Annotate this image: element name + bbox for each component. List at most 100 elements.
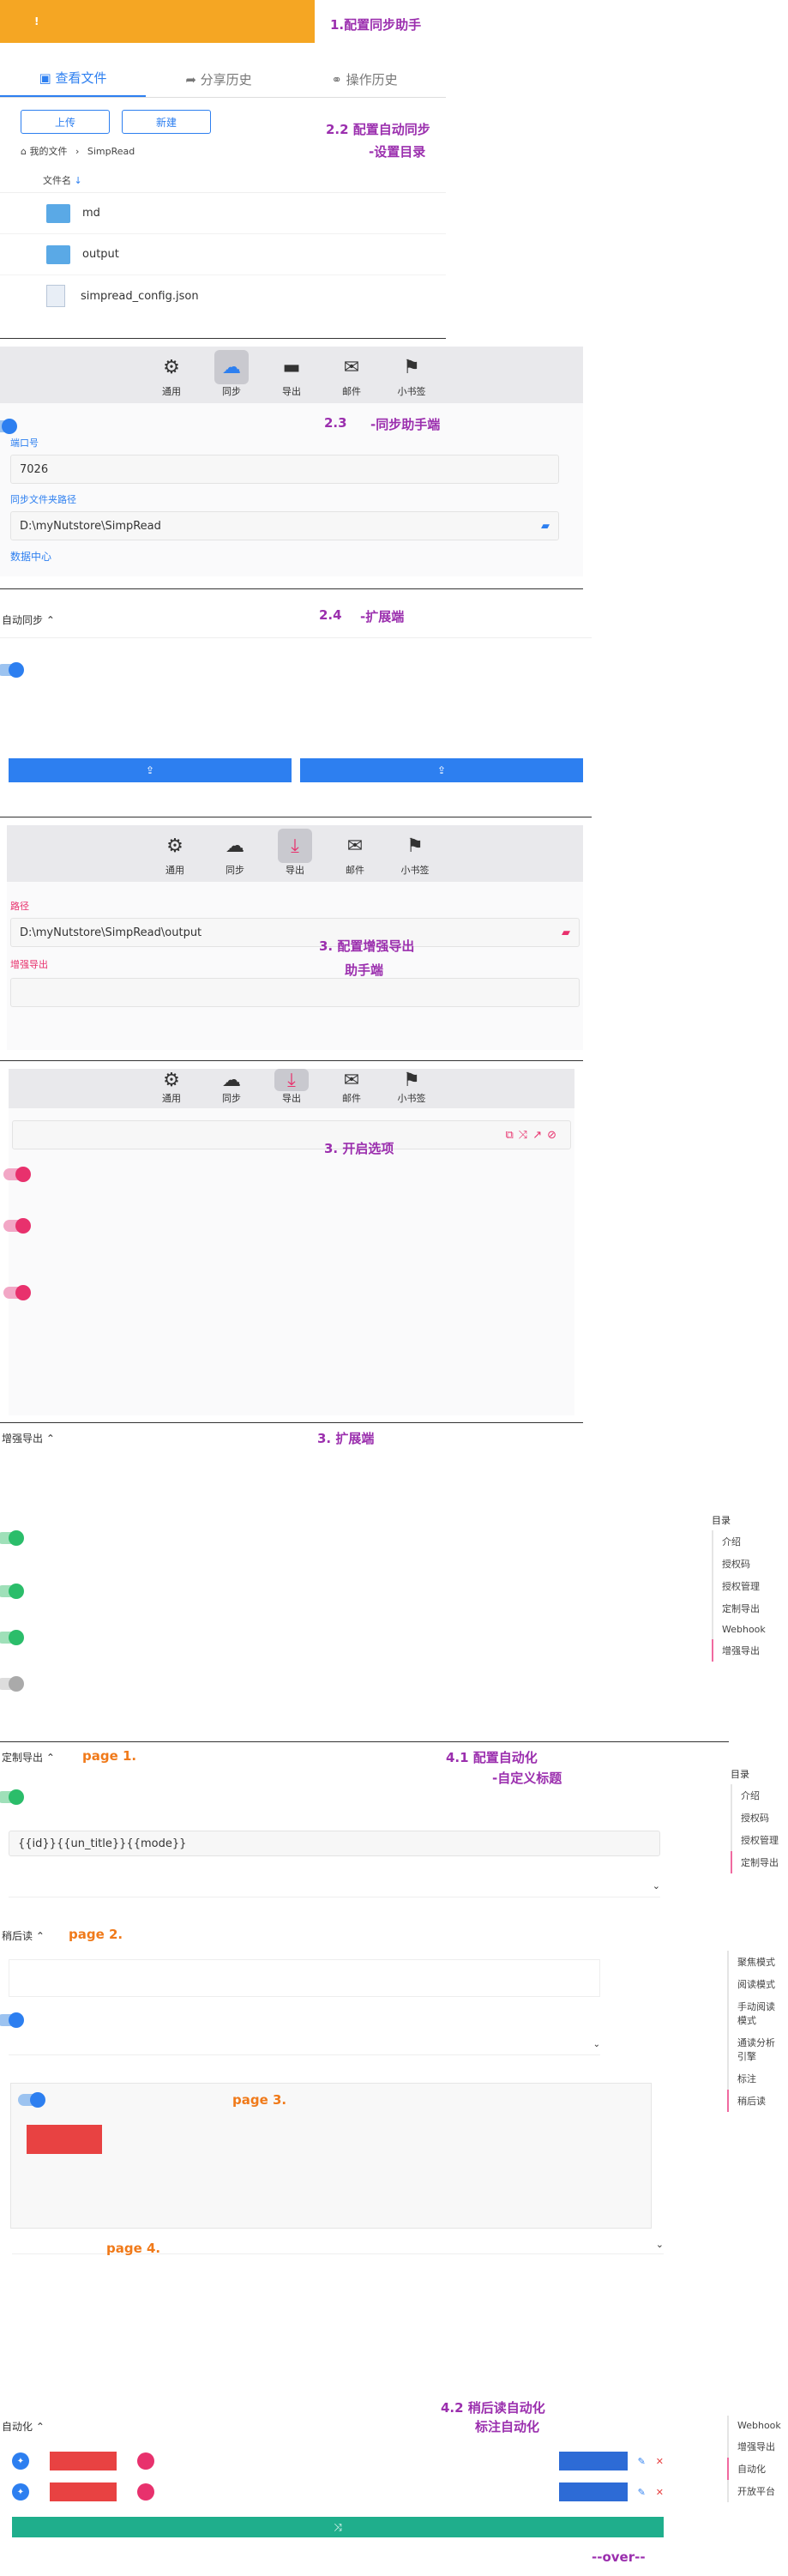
ext-export-toggle[interactable] (0, 1630, 24, 1645)
toc-item[interactable]: 定制导出 (731, 1851, 788, 1873)
toc-item[interactable]: 介绍 (731, 1784, 788, 1807)
toc-item[interactable]: 聚焦模式 (727, 1951, 788, 1973)
column-header-name[interactable]: 文件名 ↓ (0, 168, 446, 193)
save-button[interactable] (27, 2125, 102, 2154)
note-23: 2.3 (324, 415, 347, 431)
tab-sync[interactable]: ☁ 同步 (214, 1069, 249, 1105)
toc-item[interactable]: 授权管理 (731, 1829, 788, 1851)
tab-export[interactable]: ⤓ 导出 (278, 829, 312, 877)
trigger-select[interactable] (50, 2482, 117, 2501)
upload-button[interactable]: 上传 (21, 110, 110, 134)
token-input[interactable]: ⧉⤨↗⊘ (12, 1120, 571, 1149)
custom-title-toggle[interactable] (0, 1789, 24, 1805)
toc-item[interactable]: 授权码 (731, 1807, 788, 1829)
tab-mail[interactable]: ✉ 邮件 (338, 829, 372, 877)
tab-bookmarklet[interactable]: ⚑ 小书签 (394, 1069, 429, 1105)
toc-item[interactable]: 标注 (727, 2067, 788, 2090)
note-3c: 3. 扩展端 (317, 1431, 375, 1446)
readlater-toggle[interactable] (0, 2012, 24, 2028)
file-row[interactable]: md (0, 193, 446, 234)
import-browser-config-button[interactable]: ⇪ (300, 758, 583, 782)
tab-sync[interactable]: ☁ 同步 (214, 350, 249, 398)
breadcrumb-root[interactable]: 我的文件 (29, 146, 67, 157)
tab-share-history[interactable]: ➦ 分享历史 (146, 70, 292, 97)
edit-icon[interactable]: ✎ (638, 2456, 646, 2467)
toc-list: 介绍 授权码 授权管理 定制导出 (731, 1784, 788, 1873)
readlater-mode-select[interactable]: ⌄ (593, 2040, 600, 2049)
action-select[interactable] (558, 2482, 628, 2501)
ext-export-toggle[interactable] (0, 1676, 24, 1692)
add-icon: ⤨ (334, 2520, 342, 2533)
toc-item[interactable]: 介绍 (712, 1530, 788, 1553)
option-toggle[interactable] (3, 1218, 31, 1234)
ext-export-title[interactable]: 增强导出 ⌃ (0, 1427, 788, 1449)
folder-input[interactable]: D:\myNutstore\SimpRead ▰ (10, 511, 559, 540)
toc-list: Webhook 增强导出 自动化 开放平台 (727, 2416, 788, 2502)
readlater-title[interactable]: 稍后读 ⌃ (0, 1925, 46, 1946)
note-sync-config: 1.配置同步助手 (330, 17, 422, 33)
copy-icon[interactable]: ⧉ (505, 1129, 518, 1142)
action-select[interactable] (558, 2452, 628, 2470)
toc-item[interactable]: 自动化 (727, 2458, 788, 2480)
tab-bookmarklet[interactable]: ⚑ 小书签 (394, 350, 429, 398)
html-template-select[interactable]: ⌄ (653, 1880, 660, 1891)
toc-item[interactable]: 授权管理 (712, 1575, 788, 1597)
new-button[interactable]: 新建 (122, 110, 211, 134)
data-center-link[interactable]: 数据中心 (10, 549, 573, 564)
title-template-input[interactable]: {{id}}{{un_title}}{{mode}} (9, 1831, 660, 1856)
ext-export-toggle[interactable] (0, 1584, 24, 1599)
port-input[interactable]: 7026 (10, 455, 559, 484)
tab-export[interactable]: ▬ 导出 (274, 350, 309, 398)
toc-item[interactable]: 稍后读 (727, 2090, 788, 2112)
ext-export-toggle[interactable] (0, 1530, 24, 1546)
export-opts-select[interactable]: ⌄ (656, 2239, 664, 2250)
toc-item[interactable]: 手动阅读模式 (727, 1995, 788, 2031)
toc-item[interactable]: 通读分析引擎 (727, 2031, 788, 2067)
offline-toggle[interactable] (18, 2092, 45, 2108)
tab-bookmarklet[interactable]: ⚑ 小书签 (398, 829, 432, 877)
automation-title[interactable]: 自动化 ⌃ (0, 2416, 788, 2437)
ext-sync-title[interactable]: 自动同步 ⌃ (0, 607, 592, 632)
custom-export-title[interactable]: 定制导出 ⌃ (0, 1746, 57, 1768)
shuffle-icon[interactable]: ⤨ (519, 1129, 532, 1142)
ext-sync-toggle[interactable] (0, 662, 24, 678)
export-path-input[interactable]: D:\myNutstore\SimpRead\output ▰ (10, 918, 580, 947)
tab-op-history[interactable]: ⚭ 操作历史 (292, 70, 437, 97)
tab-sync[interactable]: ☁ 同步 (218, 829, 252, 877)
toc-item[interactable]: Webhook (727, 2416, 788, 2435)
toc-item[interactable]: 阅读模式 (727, 1973, 788, 1995)
tab-mail[interactable]: ✉ 邮件 (334, 350, 369, 398)
note-42: 4.2 稍后读自动化 (441, 2400, 545, 2416)
toc-item[interactable]: 定制导出 (712, 1597, 788, 1620)
delete-icon[interactable]: ✕ (656, 2456, 664, 2467)
toc-item[interactable]: 增强导出 (712, 1639, 788, 1662)
tab-general[interactable]: ⚙ 通用 (154, 350, 189, 398)
add-automation-button[interactable]: ⤨ (12, 2517, 664, 2537)
toc-item[interactable]: 增强导出 (727, 2435, 788, 2458)
readlater-field[interactable] (9, 1959, 600, 1997)
tab-general[interactable]: ⚙ 通用 (154, 1069, 189, 1105)
file-row[interactable]: output (0, 234, 446, 275)
tab-view-files[interactable]: ▣ 查看文件 (0, 69, 146, 97)
option-toggle[interactable] (3, 1285, 31, 1300)
option-toggle[interactable] (3, 1167, 31, 1182)
toc-item[interactable]: Webhook (712, 1620, 788, 1639)
breadcrumb-child[interactable]: SimpRead (87, 146, 135, 157)
toc-item[interactable]: 开放平台 (727, 2480, 788, 2502)
open-folder-icon[interactable]: ▰ (562, 926, 570, 939)
trigger-select[interactable] (50, 2452, 117, 2470)
file-row[interactable]: simpread_config.json (0, 275, 446, 317)
tab-mail[interactable]: ✉ 邮件 (334, 1069, 369, 1105)
tab-export[interactable]: ⤓ 导出 (274, 1069, 309, 1105)
edit-icon[interactable]: ✎ (638, 2487, 646, 2498)
import-assist-config-button[interactable]: ⇪ (9, 758, 292, 782)
delete-icon[interactable]: ✕ (656, 2487, 664, 2498)
sync-toggle[interactable] (0, 419, 17, 434)
tab-general[interactable]: ⚙ 通用 (158, 829, 192, 877)
ban-icon[interactable]: ⊘ (547, 1129, 562, 1142)
toc-item[interactable]: 授权码 (712, 1553, 788, 1575)
upload-icon: ⇪ (145, 764, 155, 776)
enhance-input[interactable] (10, 978, 580, 1007)
external-link-icon[interactable]: ↗ (532, 1129, 547, 1142)
open-folder-icon[interactable]: ▰ (541, 520, 550, 533)
